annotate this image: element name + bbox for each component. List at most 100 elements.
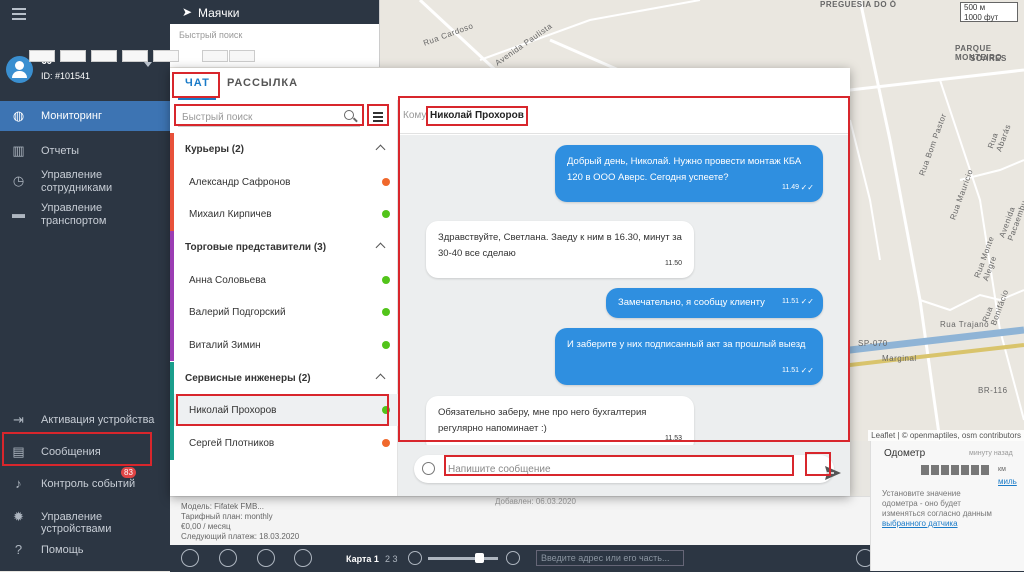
bell-icon: ♪ — [15, 476, 22, 491]
tab-broadcast[interactable]: РАССЫЛКА — [227, 77, 298, 89]
sidebar-item-label: Управление устройствами — [41, 511, 112, 535]
map-label: SP-070 — [858, 339, 888, 348]
sidebar-item-devices[interactable]: ✹ Управление устройствами — [0, 502, 170, 535]
contact-search-input[interactable] — [182, 109, 332, 125]
contact-item[interactable]: Анна Соловьева — [170, 264, 398, 296]
square-icon[interactable] — [60, 50, 86, 62]
map-tab-pages[interactable]: 2 3 — [385, 554, 398, 564]
contact-name: Михаил Кирпичев — [189, 209, 272, 220]
status-dot — [382, 308, 390, 316]
beacons-header: ➤ Маячки — [170, 0, 379, 24]
sidebar-item-reports[interactable]: ▥ Отчеты — [0, 136, 170, 166]
messages-modal: ЧАТ РАССЫЛКА Курьеры (2) Александр Сафро… — [170, 68, 850, 496]
odometer-panel: Одометр минуту назад км миль Установите … — [870, 441, 1024, 571]
message-text: Добрый день, Николай. Нужно провести мон… — [567, 156, 802, 183]
beacons-search-label[interactable]: Быстрый поиск — [170, 24, 379, 40]
status-dot — [382, 341, 390, 349]
emoji-icon[interactable] — [422, 462, 435, 475]
tag-icon[interactable] — [294, 549, 312, 567]
group-header-sales[interactable]: Торговые представители (3) — [170, 231, 398, 361]
notification-badge: 83 — [121, 467, 136, 478]
message-text: Здравствуйте, Светлана. Заеду к ним в 16… — [438, 232, 682, 259]
contact-item[interactable]: Александр Сафронов — [170, 166, 398, 198]
sidebar-item-messages[interactable]: ▤ Сообщения — [0, 437, 170, 467]
device-tariff: Тарифный план: monthly — [181, 512, 273, 521]
map-attribution[interactable]: Leaflet | © openmaptiles, osm contributo… — [868, 430, 1024, 441]
group-header-couriers[interactable]: Курьеры (2) — [170, 133, 398, 231]
sidebar-item-help[interactable]: ? Помощь — [0, 535, 170, 565]
beacons-title: Маячки — [198, 6, 240, 20]
sidebar-item-activation[interactable]: ⇥ Активация устройства — [0, 405, 170, 435]
device-added-date: Добавлен: 06.03.2020 — [495, 497, 576, 506]
zoom-slider[interactable] — [428, 557, 498, 560]
message-icon: ▤ — [12, 444, 25, 459]
map-label: BR-116 — [978, 386, 1008, 395]
group-title: Курьеры (2) — [185, 144, 244, 155]
sidebar-item-label: Управление транспортом — [41, 202, 107, 227]
font-size-icon[interactable] — [91, 50, 117, 62]
recipient-name[interactable]: Николай Прохоров — [430, 110, 524, 121]
odometer-sensor-link[interactable]: выбранного датчика — [882, 519, 958, 528]
odometer-updated: минуту назад — [969, 450, 1013, 457]
zoom-slider-knob[interactable] — [475, 553, 484, 563]
map-tab-label[interactable]: Карта 1 — [346, 554, 379, 564]
odometer-digits[interactable] — [921, 465, 991, 475]
target-icon[interactable] — [229, 50, 255, 62]
sidebar-item-vehicles[interactable]: ▬ Управление транспортом — [0, 199, 170, 229]
group-header-engineers[interactable]: Сервисные инженеры (2) — [170, 362, 398, 460]
track-icon[interactable] — [219, 549, 237, 567]
double-check-icon: ✓✓ — [800, 297, 814, 306]
car-icon: ▬ — [12, 206, 25, 221]
odometer-miles-link[interactable]: миль — [998, 477, 1017, 486]
contact-item[interactable]: Валерий Подгорский — [170, 296, 398, 328]
zoom-out-icon[interactable] — [408, 551, 422, 565]
scale-metric: 500 м — [964, 3, 986, 12]
clock-icon: ◷ — [12, 173, 25, 188]
sidebar-item-label: Мониторинг — [41, 110, 103, 122]
contact-item[interactable]: Сергей Плотников — [170, 427, 398, 459]
gear-icon: ✹ — [13, 509, 24, 524]
contact-search — [178, 107, 360, 127]
message-text: Замечательно, я сообщу клиенту — [618, 297, 765, 308]
chevron-up-icon[interactable] — [375, 144, 386, 155]
layers-icon[interactable] — [181, 549, 199, 567]
checkbox-icon[interactable] — [29, 50, 55, 62]
contact-item[interactable]: Виталий Зимин — [170, 329, 398, 361]
message-input[interactable] — [448, 461, 788, 477]
message-outgoing: И заберите у них подписанный акт за прош… — [555, 328, 823, 385]
search-icon[interactable] — [344, 110, 354, 120]
sidebar-item-employees[interactable]: ◷ Управление сотрудниками — [0, 166, 170, 196]
contact-item-selected[interactable]: Николай Прохоров — [170, 394, 398, 426]
recipient-label: Кому — [403, 110, 427, 121]
odometer-description-text: Установите значение одометра - оно будет… — [882, 489, 992, 518]
tab-chat[interactable]: ЧАТ — [185, 77, 210, 89]
contact-name: Анна Соловьева — [189, 275, 266, 286]
zoom-in-icon[interactable] — [506, 551, 520, 565]
contact-item[interactable]: Михаил Кирпичев — [170, 198, 398, 230]
message-outgoing: Замечательно, я сообщу клиенту 11.51 ✓✓ — [606, 288, 823, 318]
address-search[interactable]: Введите адрес или его часть... — [536, 550, 684, 566]
message-incoming: Обязательно заберу, мне про него бухгалт… — [426, 396, 694, 445]
gauge-icon[interactable] — [153, 50, 179, 62]
share-icon[interactable] — [257, 549, 275, 567]
sidebar-item-label: Управление сотрудниками — [41, 169, 113, 194]
hamburger-menu-icon[interactable] — [12, 8, 26, 20]
sidebar-item-events[interactable]: ♪ Контроль событий 83 — [0, 467, 170, 499]
message-incoming: Здравствуйте, Светлана. Заеду к ним в 16… — [426, 221, 694, 278]
chevron-up-icon[interactable] — [375, 373, 386, 384]
dot-icon[interactable] — [122, 50, 148, 62]
send-icon[interactable] — [824, 465, 842, 481]
filter-icon[interactable] — [202, 50, 228, 62]
message-time: 11.51 — [782, 298, 799, 305]
sidebar-item-monitoring[interactable]: ◍ Мониторинг — [0, 101, 170, 131]
group-title: Торговые представители (3) — [185, 242, 327, 253]
caret-down-icon[interactable] — [144, 62, 152, 67]
message-list[interactable]: Добрый день, Николай. Нужно провести мон… — [398, 135, 850, 445]
list-view-button[interactable] — [369, 108, 387, 125]
sidebar: €0 ID: #101541 ◍ Мониторинг ▥ Отчеты ◷ У… — [0, 0, 170, 571]
message-time: 11.50 — [665, 260, 682, 267]
message-time: 11.49 — [782, 184, 799, 191]
message-text: И заберите у них подписанный акт за прош… — [567, 339, 806, 350]
sidebar-item-label: Помощь — [41, 544, 84, 556]
chevron-up-icon[interactable] — [375, 242, 386, 253]
